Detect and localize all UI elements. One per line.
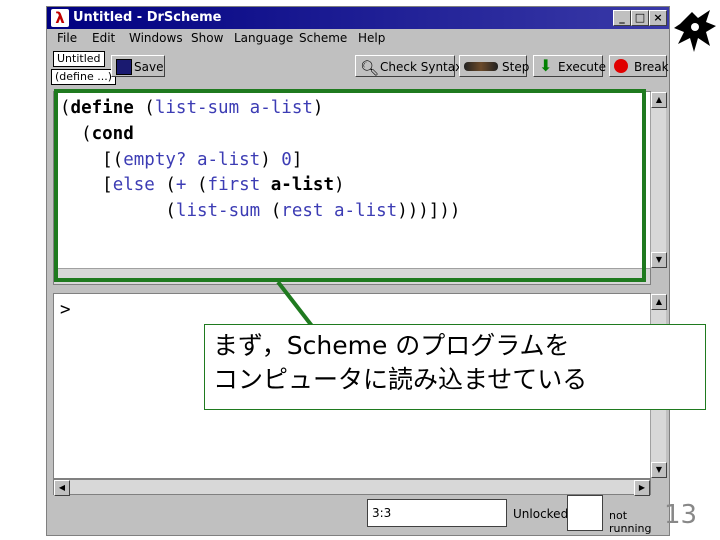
- callout-line-1: まず，Scheme のプログラムを: [213, 331, 570, 360]
- callout-pointer: [276, 280, 314, 328]
- slide-number: 13: [664, 500, 698, 530]
- annotation-callout: まず，Scheme のプログラムを コンピュータに読み込ませている: [204, 324, 706, 410]
- callout-line-2: コンピュータに読み込ませている: [213, 365, 588, 394]
